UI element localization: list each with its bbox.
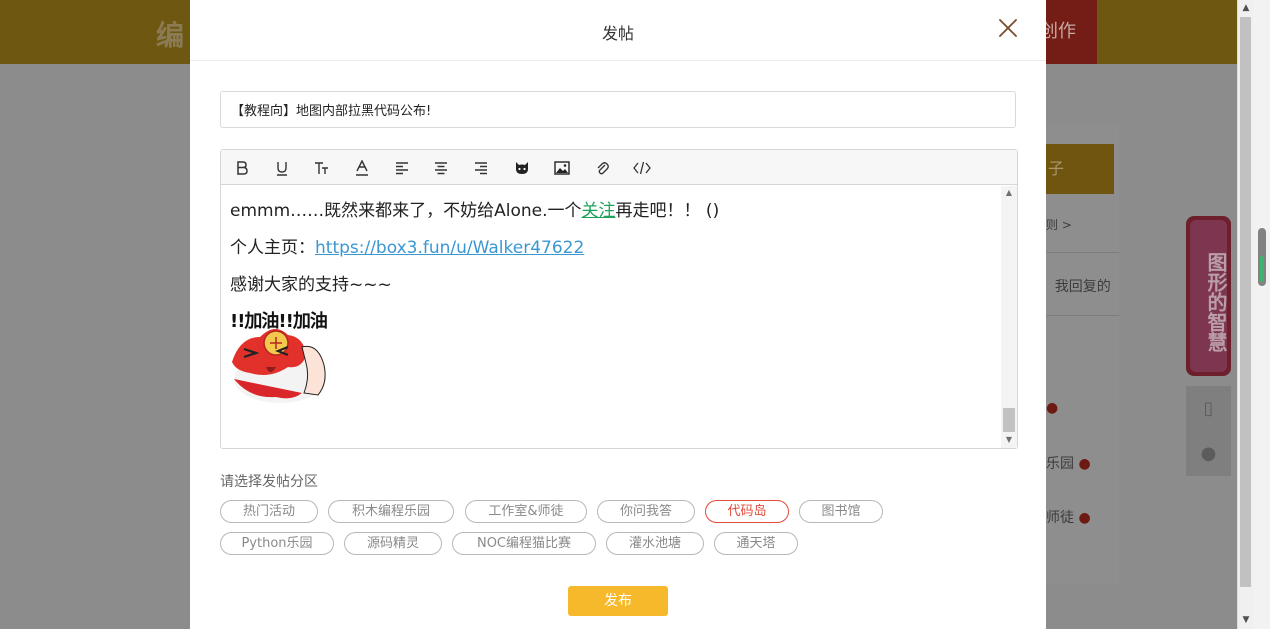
- outer-scrollbar[interactable]: [1253, 0, 1270, 629]
- fire-icon: ●: [1046, 400, 1059, 416]
- tag-qa[interactable]: 你问我答: [597, 500, 695, 523]
- align-left-icon[interactable]: [390, 156, 414, 180]
- font-size-icon[interactable]: [310, 156, 334, 180]
- underline-icon[interactable]: [270, 156, 294, 180]
- scroll-up-icon[interactable]: ▲: [1240, 2, 1252, 14]
- profile-link[interactable]: https://box3.fun/u/Walker47622: [315, 238, 584, 258]
- editor-scroll-thumb[interactable]: [1003, 408, 1015, 432]
- font-color-icon[interactable]: [350, 156, 374, 180]
- side-divider: [1046, 252, 1119, 253]
- tag-studio-mentor[interactable]: 工作室&师徒: [465, 500, 587, 523]
- align-right-icon[interactable]: [469, 156, 493, 180]
- tag-library[interactable]: 图书馆: [799, 500, 883, 523]
- tag-water-pond[interactable]: 灌水池塘: [606, 532, 704, 555]
- image-icon[interactable]: [550, 156, 574, 180]
- bold-icon[interactable]: [230, 156, 254, 180]
- tag-block-coding[interactable]: 积木编程乐园: [328, 500, 454, 523]
- page-scroll-thumb[interactable]: [1240, 17, 1251, 587]
- align-center-icon[interactable]: [429, 156, 453, 180]
- editor-scrollbar[interactable]: ▲ ▼: [1001, 186, 1017, 448]
- tag-noc-contest[interactable]: NOC编程猫比赛: [452, 532, 596, 555]
- fire-icon: ●: [1078, 456, 1091, 472]
- content-line: emmm……既然来都来了，不妨给Alone.一个关注再走吧！！ (): [230, 201, 720, 221]
- fire-icon: ●: [1078, 510, 1091, 526]
- qq-icon: ●: [1186, 431, 1231, 476]
- scroll-down-icon[interactable]: ▼: [1240, 614, 1252, 626]
- post-title-input[interactable]: [220, 91, 1016, 128]
- tag-hot-events[interactable]: 热门活动: [220, 500, 318, 523]
- editor-toolbar: [221, 150, 1017, 185]
- side-hot-item: ●: [1046, 400, 1058, 416]
- side-my-replies: ▌我回复的: [1040, 279, 1111, 295]
- side-post-button: 子: [1046, 144, 1114, 194]
- side-banner-ad: 图形的智慧: [1186, 216, 1231, 376]
- site-logo: 编: [156, 19, 185, 52]
- close-icon[interactable]: [996, 16, 1020, 40]
- tag-tower[interactable]: 通天塔: [714, 532, 798, 555]
- cheer-sticker-image: !!加油!!加油: [230, 307, 335, 407]
- rich-text-editor: emmm……既然来都来了，不妨给Alone.一个关注再走吧！！ () 个人主页：…: [220, 149, 1018, 449]
- scroll-down-icon[interactable]: ▼: [1004, 435, 1014, 445]
- publish-button[interactable]: 发布: [568, 586, 668, 616]
- tag-source-sprite[interactable]: 源码精灵: [344, 532, 442, 555]
- mobile-icon: ▯: [1186, 386, 1231, 431]
- attachment-icon[interactable]: [590, 156, 614, 180]
- dialog-header: 发帖: [190, 0, 1046, 61]
- content-line: 个人主页：https://box3.fun/u/Walker47622: [230, 238, 585, 258]
- section-select-label: 请选择发帖分区: [220, 474, 318, 490]
- side-hot-item: 师徒 ●: [1046, 510, 1091, 526]
- editor-content[interactable]: emmm……既然来都来了，不妨给Alone.一个关注再走吧！！ () 个人主页：…: [221, 186, 1001, 448]
- side-hot-item: 乐园 ●: [1046, 456, 1091, 472]
- page-scrollbar[interactable]: ▲ ▼: [1237, 0, 1253, 629]
- scroll-up-icon[interactable]: ▲: [1004, 188, 1014, 198]
- content-line: 感谢大家的支持~~~: [230, 275, 392, 295]
- tag-code-island[interactable]: 代码岛: [705, 500, 789, 523]
- dialog-title: 发帖: [601, 24, 634, 43]
- outer-scroll-thumb[interactable]: [1258, 228, 1266, 286]
- side-rules-link: 则 >: [1046, 218, 1072, 232]
- follow-link[interactable]: 关注: [582, 201, 616, 221]
- post-dialog: 发帖 【教程向】地图内部拉黑代码公布! emmm……既然来都来了，不妨给Alon…: [190, 0, 1046, 629]
- tag-python[interactable]: Python乐园: [220, 532, 334, 555]
- emoji-cat-icon[interactable]: [510, 156, 534, 180]
- code-icon[interactable]: [630, 156, 654, 180]
- side-divider: [1046, 315, 1119, 316]
